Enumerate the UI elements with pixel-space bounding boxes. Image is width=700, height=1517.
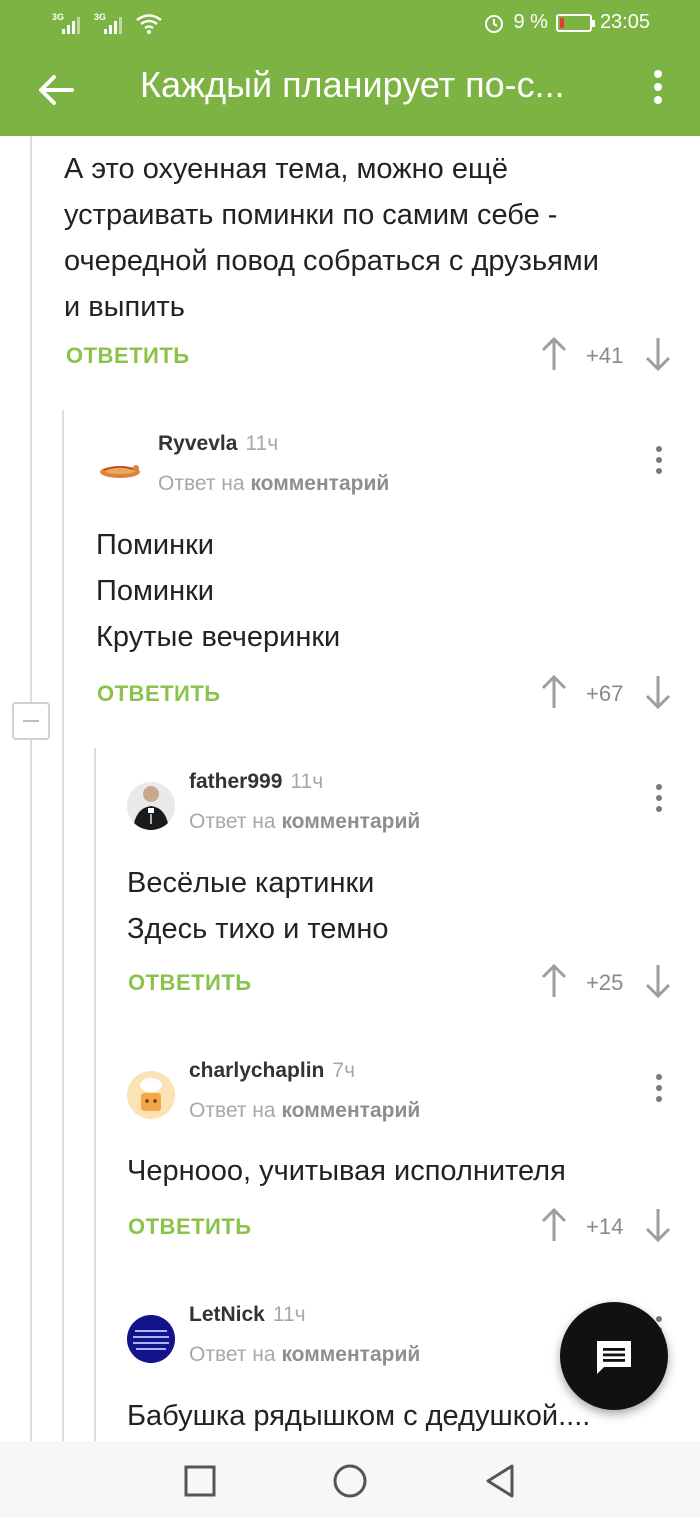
arrow-up-icon[interactable] (540, 963, 568, 999)
comment-time: 11ч (290, 770, 324, 793)
comment-text: Поминки Поминки Крутые вечеринки (96, 529, 341, 653)
status-right: 9 % 23:05 (483, 11, 650, 34)
reply-target-link[interactable]: комментарий (281, 1099, 420, 1122)
username[interactable]: LetNick 11ч (189, 1303, 306, 1327)
reply-info: Ответ на комментарий (158, 472, 390, 495)
arrow-up-icon[interactable] (540, 674, 568, 710)
reply-button[interactable]: ОТВЕТИТЬ (128, 1214, 252, 1240)
wifi-icon (136, 14, 162, 34)
vote-controls: +41 (540, 336, 690, 376)
username[interactable]: charlychaplin 7ч (189, 1059, 355, 1083)
comment-header: Ryvevla 11ч Ответ на комментарий (96, 432, 596, 512)
avatar[interactable] (96, 444, 144, 492)
battery-percent: 9 % (513, 11, 548, 33)
username[interactable]: father999 11ч (189, 770, 323, 794)
vote-controls: +67 (540, 674, 690, 714)
comment-time: 7ч (332, 1059, 356, 1082)
arrow-down-icon[interactable] (644, 674, 672, 710)
reply-button[interactable]: ОТВЕТИТЬ (97, 681, 221, 707)
comment-header: father999 11ч Ответ на комментарий (127, 770, 597, 850)
avatar[interactable] (127, 782, 175, 830)
collapse-thread-button[interactable] (12, 702, 50, 740)
reply-button[interactable]: ОТВЕТИТЬ (128, 970, 252, 996)
score: +41 (586, 343, 624, 368)
comment-header: LetNick 11ч Ответ на комментарий (127, 1303, 597, 1383)
thread-line (62, 410, 64, 1441)
reply-target-link[interactable]: комментарий (250, 472, 389, 495)
reply-info: Ответ на комментарий (189, 810, 421, 833)
more-vert-icon[interactable] (646, 66, 670, 114)
reply-info: Ответ на комментарий (189, 1099, 421, 1122)
avatar[interactable] (127, 1315, 175, 1363)
comment-time: 11ч (272, 1303, 306, 1326)
comment-header: charlychaplin 7ч Ответ на комментарий (127, 1059, 597, 1139)
vote-controls: +25 (540, 963, 690, 1003)
top-bar: 3G 3G 9 % 23:05 Каждый планирует по-с... (0, 0, 700, 136)
comment-text: Черноoo, учитывая исполнителя (127, 1155, 566, 1187)
comment-time: 11ч (245, 432, 279, 455)
arrow-up-icon[interactable] (540, 336, 568, 372)
triangle-back-icon[interactable] (480, 1461, 520, 1501)
signal-icon: 3G (94, 12, 124, 34)
comment-menu-icon[interactable] (654, 1074, 664, 1108)
comment-menu-icon[interactable] (654, 784, 664, 818)
square-recents-icon[interactable] (180, 1461, 220, 1501)
arrow-left-icon[interactable] (34, 68, 78, 112)
score: +67 (586, 681, 624, 706)
arrow-up-icon[interactable] (540, 1207, 568, 1243)
status-bar: 3G 3G 9 % 23:05 (0, 0, 700, 48)
comment-icon (597, 1341, 631, 1374)
comment-text: Весёлые картинки Здесь тихо и темно (127, 867, 389, 945)
arrow-down-icon[interactable] (644, 336, 672, 372)
reply-target-link[interactable]: комментарий (281, 1343, 420, 1366)
add-comment-button[interactable] (560, 1302, 668, 1410)
thread-line (30, 136, 32, 1441)
comment-menu-icon[interactable] (654, 446, 664, 480)
reply-button[interactable]: ОТВЕТИТЬ (66, 343, 190, 369)
clock: 23:05 (599, 11, 650, 33)
vote-controls: +14 (540, 1207, 690, 1247)
comment-text: А это охуенная тема, можно ещё устраиват… (64, 153, 599, 323)
app-bar: Каждый планирует по-с... (0, 48, 700, 136)
signal-icon: 3G (52, 12, 82, 34)
reply-info: Ответ на комментарий (189, 1343, 421, 1366)
system-nav-bar (0, 1441, 700, 1517)
battery-icon (555, 13, 595, 32)
alarm-icon (485, 14, 504, 33)
score: +25 (586, 970, 624, 995)
comment-text: Бабушка рядышком с дедушкой.... (127, 1400, 591, 1432)
score: +14 (586, 1214, 624, 1239)
page-title: Каждый планирует по-с... (140, 64, 565, 105)
circle-home-icon[interactable] (330, 1461, 370, 1501)
username[interactable]: Ryvevla 11ч (158, 432, 278, 456)
avatar[interactable] (127, 1071, 175, 1119)
arrow-down-icon[interactable] (644, 963, 672, 999)
status-left: 3G 3G (52, 12, 162, 34)
arrow-down-icon[interactable] (644, 1207, 672, 1243)
reply-target-link[interactable]: комментарий (281, 810, 420, 833)
thread-line (94, 748, 96, 1441)
